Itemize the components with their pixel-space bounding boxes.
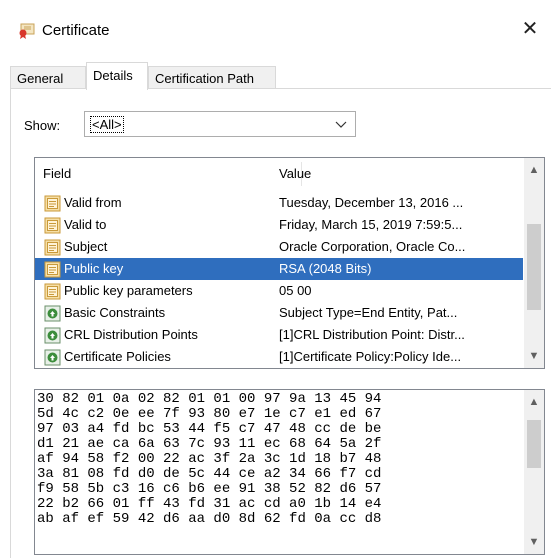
field-name: Public key: [64, 261, 124, 276]
field-row[interactable]: Valid to Friday, March 15, 2019 7:59:5...: [35, 214, 523, 236]
tab-strip: General Details Certification Path: [10, 62, 551, 90]
property-icon: [44, 261, 61, 278]
hex-line: d1 21 ae ca 6a 63 7c 93 11 ec 68 64 5a 2…: [37, 436, 382, 452]
field-value: Oracle Corporation, Oracle Co...: [279, 239, 466, 254]
field-value: Tuesday, December 13, 2016 ...: [279, 195, 464, 210]
field-row[interactable]: Public key parameters 05 00: [35, 280, 523, 302]
field-name: Basic Constraints: [64, 305, 166, 320]
hex-line: af 94 58 f2 00 22 ac 3f 2a 3c 1d 18 b7 4…: [37, 451, 382, 467]
property-icon: [44, 195, 61, 212]
window-title: Certificate: [42, 22, 110, 39]
field-value: RSA (2048 Bits): [279, 261, 372, 276]
hex-line: 30 82 01 0a 02 82 01 01 00 97 9a 13 45 9…: [37, 391, 382, 407]
column-header-value[interactable]: Value: [279, 166, 311, 181]
scroll-up-icon[interactable]: ▲: [524, 160, 544, 180]
tab-details[interactable]: Details: [86, 62, 148, 90]
field-value: [1]CRL Distribution Point: Distr...: [279, 327, 465, 342]
show-dropdown[interactable]: <All>: [84, 111, 356, 137]
field-value: Friday, March 15, 2019 7:59:5...: [279, 217, 463, 232]
hex-line: 22 b2 66 01 ff 43 fd 31 ac cd a0 1b 14 e…: [37, 496, 382, 512]
scroll-thumb[interactable]: [527, 224, 541, 310]
field-row[interactable]: Public key RSA (2048 Bits): [35, 258, 523, 280]
property-icon: [44, 217, 61, 234]
scroll-down-icon[interactable]: ▼: [524, 346, 544, 366]
fields-header: Field Value: [35, 158, 523, 188]
close-icon: ✕: [521, 18, 539, 40]
scroll-up-icon[interactable]: ▲: [524, 392, 544, 412]
hex-line: 5d 4c c2 0e ee 7f 93 80 e7 1e c7 e1 ed 6…: [37, 406, 382, 422]
certificate-icon: [19, 23, 35, 39]
field-name: Valid to: [64, 217, 107, 232]
field-name: Public key parameters: [64, 283, 193, 298]
property-icon: [44, 239, 61, 256]
fields-scrollbar[interactable]: ▲ ▼: [524, 158, 544, 368]
value-text-box[interactable]: 30 82 01 0a 02 82 01 01 00 97 9a 13 45 9…: [34, 389, 545, 555]
field-value: [1]Certificate Policy:Policy Ide...: [279, 349, 462, 364]
hex-line: 3a 81 08 fd d0 de 5c 44 ce a2 34 66 f7 c…: [37, 466, 382, 482]
field-value: 05 00: [279, 283, 312, 298]
tab-general[interactable]: General: [10, 66, 86, 89]
field-name: Certificate Policies: [64, 349, 171, 364]
field-row[interactable]: Basic Constraints Subject Type=End Entity…: [35, 302, 523, 324]
show-dropdown-value: <All>: [90, 116, 124, 133]
tab-certification-path[interactable]: Certification Path: [148, 66, 276, 89]
field-name: CRL Distribution Points: [64, 327, 198, 342]
value-scrollbar[interactable]: ▲ ▼: [524, 390, 544, 554]
extension-icon: [44, 349, 61, 366]
field-value: Subject Type=End Entity, Pat...: [279, 305, 458, 320]
extension-icon: [44, 305, 61, 322]
scroll-thumb[interactable]: [527, 420, 541, 468]
column-header-field[interactable]: Field: [43, 166, 71, 181]
fields-body: Valid from Tuesday, December 13, 2016 ...…: [35, 192, 523, 368]
field-row[interactable]: Valid from Tuesday, December 13, 2016 ...: [35, 192, 523, 214]
show-label: Show:: [24, 118, 61, 133]
field-row[interactable]: CRL Distribution Points [1]CRL Distributi…: [35, 324, 523, 346]
extension-icon: [44, 327, 61, 344]
fields-list[interactable]: Field Value Valid from Tuesday, December …: [34, 157, 545, 369]
hex-line: f9 58 5b c3 16 c6 b6 ee 91 38 52 82 d6 5…: [37, 481, 382, 497]
close-button[interactable]: ✕: [515, 14, 545, 44]
hex-line: 97 03 a4 fd bc 53 44 f5 c7 47 48 cc de b…: [37, 421, 382, 437]
field-name: Valid from: [64, 195, 122, 210]
field-name: Subject: [64, 239, 108, 254]
property-icon: [44, 283, 61, 300]
chevron-down-icon: [335, 121, 347, 128]
title-bar: Certificate ✕: [0, 0, 551, 46]
hex-line: ab af ef 59 42 d6 aa d0 8d 62 fd 0a cc d…: [37, 511, 382, 527]
value-text: 30 82 01 0a 02 82 01 01 00 97 9a 13 45 9…: [35, 392, 513, 527]
field-row[interactable]: Subject Oracle Corporation, Oracle Co...: [35, 236, 523, 258]
scroll-down-icon[interactable]: ▼: [524, 532, 544, 552]
field-row[interactable]: Certificate Policies [1]Certificate Polic…: [35, 346, 523, 368]
